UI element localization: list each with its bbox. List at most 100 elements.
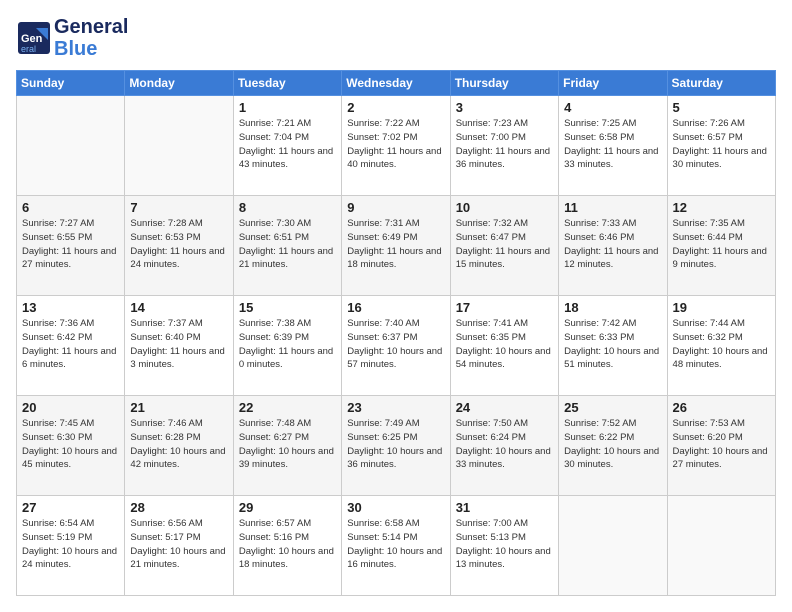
day-info: Sunrise: 6:58 AM Sunset: 5:14 PM Dayligh… [347,517,444,572]
day-info: Sunrise: 7:46 AM Sunset: 6:28 PM Dayligh… [130,417,227,472]
day-info: Sunrise: 7:44 AM Sunset: 6:32 PM Dayligh… [673,317,770,372]
logo-icon: Gen eral [16,20,52,56]
day-info: Sunrise: 7:52 AM Sunset: 6:22 PM Dayligh… [564,417,661,472]
calendar-week-1: 1 Sunrise: 7:21 AM Sunset: 7:04 PM Daylig… [17,96,776,196]
day-number: 31 [456,500,553,515]
calendar-cell: 13Sunrise: 7:36 AM Sunset: 6:42 PM Dayli… [17,296,125,396]
page: Gen eral General Blue SundayMondayTuesda… [0,0,792,612]
day-number: 5 [673,100,770,115]
day-info: Sunrise: 7:49 AM Sunset: 6:25 PM Dayligh… [347,417,444,472]
day-number: 29 [239,500,336,515]
calendar-cell: 22 Sunrise: 7:48 AM Sunset: 6:27 PM Dayli… [233,396,341,496]
day-info: Sunrise: 7:42 AM Sunset: 6:33 PM Dayligh… [564,317,661,372]
day-info: Sunrise: 7:27 AM Sunset: 6:55 PM Dayligh… [22,217,119,272]
day-number: 19 [673,300,770,315]
weekday-header-thursday: Thursday [450,71,558,96]
day-number: 20 [22,400,119,415]
day-number: 3 [456,100,553,115]
day-info: Sunrise: 6:57 AM Sunset: 5:16 PM Dayligh… [239,517,336,572]
day-number: 17 [456,300,553,315]
day-info: Sunrise: 6:54 AM Sunset: 5:19 PM Dayligh… [22,517,119,572]
weekday-header-row: SundayMondayTuesdayWednesdayThursdayFrid… [17,71,776,96]
day-number: 8 [239,200,336,215]
calendar-week-5: 27 Sunrise: 6:54 AM Sunset: 5:19 PM Dayli… [17,496,776,596]
weekday-header-wednesday: Wednesday [342,71,450,96]
calendar-cell: 27 Sunrise: 6:54 AM Sunset: 5:19 PM Dayli… [17,496,125,596]
calendar-cell: 15Sunrise: 7:38 AM Sunset: 6:39 PM Dayli… [233,296,341,396]
calendar-cell: 21 Sunrise: 7:46 AM Sunset: 6:28 PM Dayli… [125,396,233,496]
day-info: Sunrise: 7:26 AM Sunset: 6:57 PM Dayligh… [673,117,770,172]
calendar-cell: 29 Sunrise: 6:57 AM Sunset: 5:16 PM Dayli… [233,496,341,596]
day-info: Sunrise: 6:56 AM Sunset: 5:17 PM Dayligh… [130,517,227,572]
weekday-header-saturday: Saturday [667,71,775,96]
calendar-cell: 1 Sunrise: 7:21 AM Sunset: 7:04 PM Daylig… [233,96,341,196]
header: Gen eral General Blue [16,16,776,60]
weekday-header-sunday: Sunday [17,71,125,96]
day-info: Sunrise: 7:25 AM Sunset: 6:58 PM Dayligh… [564,117,661,172]
day-number: 27 [22,500,119,515]
day-info: Sunrise: 7:36 AM Sunset: 6:42 PM Dayligh… [22,317,119,372]
calendar-cell: 19 Sunrise: 7:44 AM Sunset: 6:32 PM Dayli… [667,296,775,396]
day-info: Sunrise: 7:50 AM Sunset: 6:24 PM Dayligh… [456,417,553,472]
weekday-header-monday: Monday [125,71,233,96]
day-info: Sunrise: 7:41 AM Sunset: 6:35 PM Dayligh… [456,317,553,372]
day-number: 2 [347,100,444,115]
day-number: 16 [347,300,444,315]
day-number: 25 [564,400,661,415]
day-info: Sunrise: 7:35 AM Sunset: 6:44 PM Dayligh… [673,217,770,272]
day-info: Sunrise: 7:32 AM Sunset: 6:47 PM Dayligh… [456,217,553,272]
day-number: 14 [130,300,227,315]
logo-text-line1: General [54,16,128,38]
logo-text-line2: Blue [54,38,128,60]
calendar-cell: 18Sunrise: 7:42 AM Sunset: 6:33 PM Dayli… [559,296,667,396]
day-info: Sunrise: 7:53 AM Sunset: 6:20 PM Dayligh… [673,417,770,472]
day-number: 26 [673,400,770,415]
day-number: 11 [564,200,661,215]
calendar-cell: 2Sunrise: 7:22 AM Sunset: 7:02 PM Daylig… [342,96,450,196]
weekday-header-friday: Friday [559,71,667,96]
day-number: 7 [130,200,227,215]
day-info: Sunrise: 7:48 AM Sunset: 6:27 PM Dayligh… [239,417,336,472]
day-info: Sunrise: 7:00 AM Sunset: 5:13 PM Dayligh… [456,517,553,572]
calendar-cell: 16 Sunrise: 7:40 AM Sunset: 6:37 PM Dayli… [342,296,450,396]
calendar-cell: 11 Sunrise: 7:33 AM Sunset: 6:46 PM Dayli… [559,196,667,296]
day-info: Sunrise: 7:40 AM Sunset: 6:37 PM Dayligh… [347,317,444,372]
calendar-cell: 28Sunrise: 6:56 AM Sunset: 5:17 PM Dayli… [125,496,233,596]
calendar-cell: 12Sunrise: 7:35 AM Sunset: 6:44 PM Dayli… [667,196,775,296]
calendar-cell: 20 Sunrise: 7:45 AM Sunset: 6:30 PM Dayli… [17,396,125,496]
day-info: Sunrise: 7:31 AM Sunset: 6:49 PM Dayligh… [347,217,444,272]
calendar-cell: 26 Sunrise: 7:53 AM Sunset: 6:20 PM Dayli… [667,396,775,496]
calendar-week-2: 6Sunrise: 7:27 AM Sunset: 6:55 PM Daylig… [17,196,776,296]
calendar-cell: 8 Sunrise: 7:30 AM Sunset: 6:51 PM Daylig… [233,196,341,296]
day-info: Sunrise: 7:30 AM Sunset: 6:51 PM Dayligh… [239,217,336,272]
calendar-cell: 24Sunrise: 7:50 AM Sunset: 6:24 PM Dayli… [450,396,558,496]
logo: Gen eral General Blue [16,16,128,60]
day-number: 21 [130,400,227,415]
calendar-cell [125,96,233,196]
calendar-cell: 9 Sunrise: 7:31 AM Sunset: 6:49 PM Daylig… [342,196,450,296]
calendar-cell [17,96,125,196]
svg-text:eral: eral [21,44,36,54]
calendar-cell: 31 Sunrise: 7:00 AM Sunset: 5:13 PM Dayli… [450,496,558,596]
day-number: 30 [347,500,444,515]
day-info: Sunrise: 7:28 AM Sunset: 6:53 PM Dayligh… [130,217,227,272]
day-info: Sunrise: 7:37 AM Sunset: 6:40 PM Dayligh… [130,317,227,372]
day-number: 10 [456,200,553,215]
day-info: Sunrise: 7:45 AM Sunset: 6:30 PM Dayligh… [22,417,119,472]
calendar-cell: 4 Sunrise: 7:25 AM Sunset: 6:58 PM Daylig… [559,96,667,196]
day-number: 22 [239,400,336,415]
day-info: Sunrise: 7:38 AM Sunset: 6:39 PM Dayligh… [239,317,336,372]
day-number: 9 [347,200,444,215]
calendar-cell: 23Sunrise: 7:49 AM Sunset: 6:25 PM Dayli… [342,396,450,496]
day-number: 1 [239,100,336,115]
calendar-week-3: 13Sunrise: 7:36 AM Sunset: 6:42 PM Dayli… [17,296,776,396]
calendar-cell: 6Sunrise: 7:27 AM Sunset: 6:55 PM Daylig… [17,196,125,296]
calendar-cell: 14 Sunrise: 7:37 AM Sunset: 6:40 PM Dayli… [125,296,233,396]
calendar-cell [667,496,775,596]
day-number: 4 [564,100,661,115]
calendar-week-4: 20 Sunrise: 7:45 AM Sunset: 6:30 PM Dayli… [17,396,776,496]
calendar-table: SundayMondayTuesdayWednesdayThursdayFrid… [16,70,776,596]
calendar-cell: 25 Sunrise: 7:52 AM Sunset: 6:22 PM Dayli… [559,396,667,496]
day-info: Sunrise: 7:21 AM Sunset: 7:04 PM Dayligh… [239,117,336,172]
day-info: Sunrise: 7:33 AM Sunset: 6:46 PM Dayligh… [564,217,661,272]
